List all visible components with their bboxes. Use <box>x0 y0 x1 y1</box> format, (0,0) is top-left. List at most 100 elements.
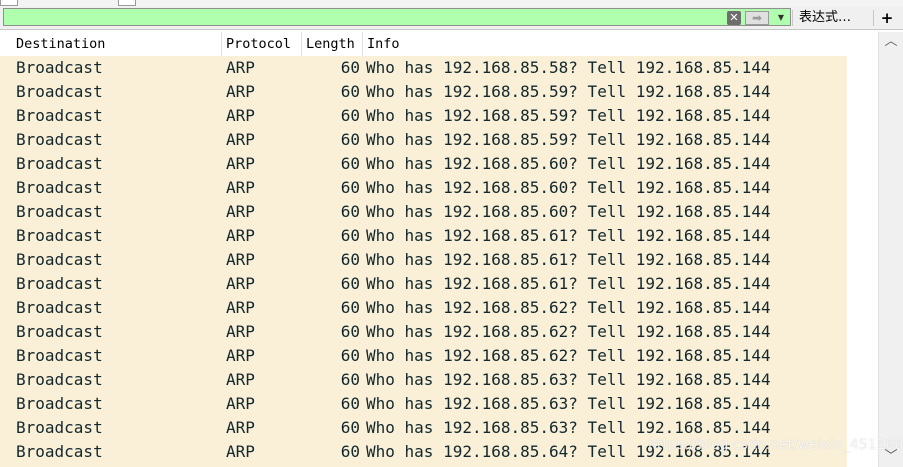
cell-length: 60 <box>340 274 360 293</box>
cell-protocol: ARP <box>226 346 255 365</box>
cell-protocol: ARP <box>226 106 255 125</box>
cell-info: Who has 192.168.85.61? Tell 192.168.85.1… <box>366 274 771 293</box>
cell-length: 60 <box>340 130 360 149</box>
column-header-length[interactable]: Length <box>302 32 363 56</box>
watermark: https://blog.csdn.net/weixin_45116657 <box>648 437 903 453</box>
cell-info: Who has 192.168.85.62? Tell 192.168.85.1… <box>366 298 771 317</box>
list-gutter <box>847 56 878 467</box>
cell-length: 60 <box>340 394 360 413</box>
add-filter-button[interactable]: + <box>880 9 894 27</box>
cell-protocol: ARP <box>226 202 255 221</box>
cell-destination: Broadcast <box>16 202 103 221</box>
cell-protocol: ARP <box>226 298 255 317</box>
table-row[interactable]: Broadcast ARP 60 Who has 192.168.85.60? Tel… <box>0 152 847 176</box>
cell-destination: Broadcast <box>16 58 103 77</box>
table-row[interactable]: Broadcast ARP 60 Who has 192.168.85.59? Tel… <box>0 104 847 128</box>
cell-length: 60 <box>340 226 360 245</box>
table-row[interactable]: Broadcast ARP 60 Who has 192.168.85.60? Tel… <box>0 176 847 200</box>
cell-destination: Broadcast <box>16 178 103 197</box>
cell-destination: Broadcast <box>16 106 103 125</box>
table-row[interactable]: Broadcast ARP 60 Who has 192.168.85.59? Tel… <box>0 128 847 152</box>
cell-destination: Broadcast <box>16 82 103 101</box>
arrow-right-icon[interactable]: ➡ <box>745 11 769 25</box>
cell-info: Who has 192.168.85.62? Tell 192.168.85.1… <box>366 346 771 365</box>
table-row[interactable]: Broadcast ARP 60 Who has 192.168.85.59? Tel… <box>0 80 847 104</box>
cell-destination: Broadcast <box>16 274 103 293</box>
display-filter-bar: ✕ ➡ ▼ 表达式… + <box>0 7 903 30</box>
cell-length: 60 <box>340 58 360 77</box>
cell-protocol: ARP <box>226 370 255 389</box>
cell-protocol: ARP <box>226 58 255 77</box>
cell-protocol: ARP <box>226 130 255 149</box>
expression-button[interactable]: 表达式… <box>799 9 851 27</box>
cell-info: Who has 192.168.85.59? Tell 192.168.85.1… <box>366 106 771 125</box>
column-header-protocol[interactable]: Protocol <box>222 32 302 56</box>
table-row[interactable]: Broadcast ARP 60 Who has 192.168.85.62? Tel… <box>0 344 847 368</box>
column-header-info[interactable]: Info <box>363 32 878 56</box>
cell-info: Who has 192.168.85.63? Tell 192.168.85.1… <box>366 394 771 413</box>
vertical-scrollbar[interactable]: ︿ ﹀ <box>878 32 903 467</box>
cell-protocol: ARP <box>226 154 255 173</box>
cell-length: 60 <box>340 346 360 365</box>
cell-protocol: ARP <box>226 274 255 293</box>
table-row[interactable]: Broadcast ARP 60 Who has 192.168.85.60? Tel… <box>0 200 847 224</box>
cell-length: 60 <box>340 178 360 197</box>
cell-destination: Broadcast <box>16 130 103 149</box>
cell-length: 60 <box>340 106 360 125</box>
table-row[interactable]: Broadcast ARP 60 Who has 192.168.85.61? Tel… <box>0 224 847 248</box>
cell-destination: Broadcast <box>16 370 103 389</box>
cell-destination: Broadcast <box>16 442 103 461</box>
cell-length: 60 <box>340 82 360 101</box>
cell-info: Who has 192.168.85.60? Tell 192.168.85.1… <box>366 154 771 173</box>
cell-destination: Broadcast <box>16 418 103 437</box>
table-row[interactable]: Broadcast ARP 60 Who has 192.168.85.61? Tel… <box>0 248 847 272</box>
display-filter-input[interactable] <box>3 8 791 26</box>
column-header-destination[interactable]: Destination <box>12 32 222 56</box>
divider <box>873 10 874 26</box>
table-row[interactable]: Broadcast ARP 60 Who has 192.168.85.58? Tel… <box>0 56 847 80</box>
table-row[interactable]: Broadcast ARP 60 Who has 192.168.85.61? Tel… <box>0 272 847 296</box>
cell-protocol: ARP <box>226 226 255 245</box>
table-row[interactable]: Broadcast ARP 60 Who has 192.168.85.62? Tel… <box>0 296 847 320</box>
cell-length: 60 <box>340 442 360 461</box>
cell-info: Who has 192.168.85.59? Tell 192.168.85.1… <box>366 130 771 149</box>
cell-destination: Broadcast <box>16 250 103 269</box>
cell-protocol: ARP <box>226 418 255 437</box>
cell-protocol: ARP <box>226 442 255 461</box>
cell-length: 60 <box>340 370 360 389</box>
packet-rows: Broadcast ARP 60 Who has 192.168.85.58? Tel… <box>0 56 847 467</box>
clear-icon[interactable]: ✕ <box>727 11 741 25</box>
cell-length: 60 <box>340 298 360 317</box>
chevron-up-icon[interactable]: ︿ <box>879 32 903 52</box>
cell-protocol: ARP <box>226 250 255 269</box>
cell-info: Who has 192.168.85.63? Tell 192.168.85.1… <box>366 370 771 389</box>
table-row[interactable]: Broadcast ARP 60 Who has 192.168.85.63? Tel… <box>0 392 847 416</box>
cell-info: Who has 192.168.85.62? Tell 192.168.85.1… <box>366 322 771 341</box>
divider <box>792 10 793 26</box>
cell-length: 60 <box>340 250 360 269</box>
cell-destination: Broadcast <box>16 346 103 365</box>
cell-info: Who has 192.168.85.58? Tell 192.168.85.1… <box>366 58 771 77</box>
table-row[interactable]: Broadcast ARP 60 Who has 192.168.85.62? Tel… <box>0 320 847 344</box>
cell-length: 60 <box>340 202 360 221</box>
cell-length: 60 <box>340 154 360 173</box>
cell-info: Who has 192.168.85.60? Tell 192.168.85.1… <box>366 202 771 221</box>
cell-info: Who has 192.168.85.61? Tell 192.168.85.1… <box>366 250 771 269</box>
chevron-down-icon[interactable]: ▼ <box>774 11 788 25</box>
cell-info: Who has 192.168.85.59? Tell 192.168.85.1… <box>366 82 771 101</box>
packet-list-header: Destination Protocol Length Info <box>0 32 878 57</box>
cell-length: 60 <box>340 418 360 437</box>
cell-info: Who has 192.168.85.60? Tell 192.168.85.1… <box>366 178 771 197</box>
cell-destination: Broadcast <box>16 322 103 341</box>
table-row[interactable]: Broadcast ARP 60 Who has 192.168.85.63? Tel… <box>0 368 847 392</box>
packet-list: Destination Protocol Length Info Broadca… <box>0 30 903 467</box>
toolbar-tab <box>0 0 18 6</box>
cell-protocol: ARP <box>226 322 255 341</box>
cell-protocol: ARP <box>226 82 255 101</box>
cell-destination: Broadcast <box>16 226 103 245</box>
cell-destination: Broadcast <box>16 154 103 173</box>
cell-info: Who has 192.168.85.61? Tell 192.168.85.1… <box>366 226 771 245</box>
cell-protocol: ARP <box>226 394 255 413</box>
cell-destination: Broadcast <box>16 394 103 413</box>
toolbar-tab <box>118 0 136 6</box>
